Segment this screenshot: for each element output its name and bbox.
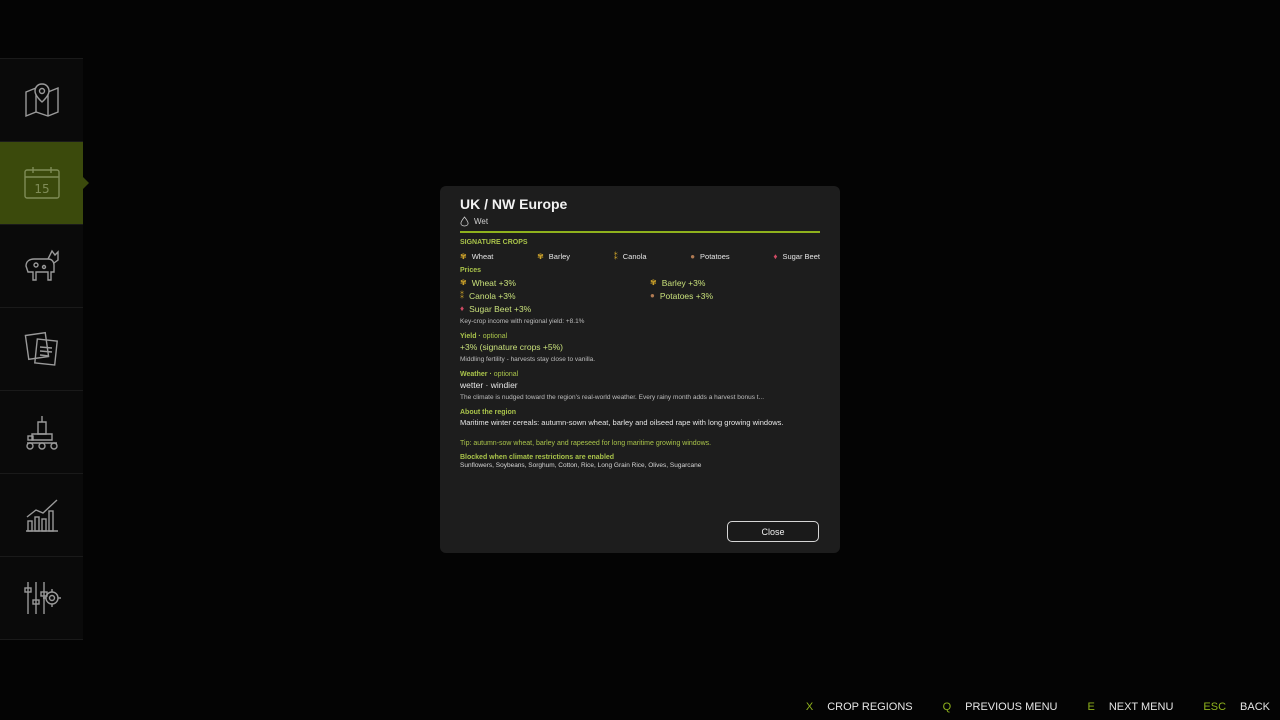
sugar-beet-icon: ♦ xyxy=(773,251,778,261)
price-barley: ✾ Barley +3% xyxy=(650,278,706,288)
hint-next-menu[interactable]: E NEXT MENU xyxy=(1087,701,1173,713)
sidebar-item-map[interactable] xyxy=(0,58,83,142)
price-potatoes: ● Potatoes +3% xyxy=(650,291,714,301)
yield-optional: optional xyxy=(482,333,508,340)
signature-crop-barley: ✾ Barley xyxy=(537,251,571,261)
contracts-icon xyxy=(24,331,58,366)
weather-note: The climate is nudged toward the region'… xyxy=(460,394,765,401)
hint-label: NEXT MENU xyxy=(1108,701,1174,713)
signature-crop-canola: ⁑ Canola xyxy=(613,251,647,261)
settings-icon xyxy=(23,582,61,614)
close-button[interactable]: Close xyxy=(727,521,819,542)
sidebar-item-contracts[interactable] xyxy=(0,308,83,391)
map-pin-icon xyxy=(24,83,59,118)
sugar-beet-icon: ♦ xyxy=(460,304,465,313)
sidebar-item-statistics[interactable] xyxy=(0,474,83,557)
climate-row: Wet xyxy=(460,216,820,227)
region-dialog: UK / NW Europe Wet SIGNATURE CROPS ✾ Whe… xyxy=(440,186,840,553)
signature-crop-sugar-beet: ♦ Sugar Beet xyxy=(773,251,820,261)
calendar-icon: 15 xyxy=(23,167,60,199)
wheat-icon: ✾ xyxy=(460,251,467,261)
climate-label: Wet xyxy=(474,217,489,226)
canola-icon: ⁑ xyxy=(460,291,464,300)
sidebar-item-animals[interactable] xyxy=(0,225,83,308)
hint-label: CROP REGIONS xyxy=(827,701,913,713)
region-title: UK / NW Europe xyxy=(460,196,568,212)
key-crop-note: Key-crop income with regional yield: +8.… xyxy=(460,318,585,325)
weather-value: wetter · windier xyxy=(460,380,518,390)
hint-label: PREVIOUS MENU xyxy=(965,701,1058,713)
weather-optional: optional xyxy=(493,371,519,378)
weather-header: Weather · optional xyxy=(460,371,519,378)
signature-crops-list: ✾ Wheat ✾ Barley ⁑ Canola ● Potatoes ♦ S… xyxy=(460,252,820,261)
yield-value: +3% (signature crops +5%) xyxy=(460,342,563,352)
signature-crop-wheat: ✾ Wheat xyxy=(460,251,494,261)
yield-header: Yield · optional xyxy=(460,333,508,340)
hint-label: BACK xyxy=(1240,701,1270,713)
production-icon xyxy=(25,416,58,450)
hint-key: E xyxy=(1087,701,1095,713)
price-wheat: ✾ Wheat +3% xyxy=(460,278,516,288)
sidebar: 15 xyxy=(0,58,89,640)
hint-key: ESC xyxy=(1203,701,1227,713)
hint-key: Q xyxy=(942,701,952,713)
prices-list: ✾ Wheat +3% ✾ Barley +3% ⁑ Canola +3% ● … xyxy=(460,278,820,314)
key-hints-bar: X CROP REGIONS Q PREVIOUS MENU E NEXT ME… xyxy=(776,701,1270,713)
about-text: Maritime winter cereals: autumn-sown whe… xyxy=(460,418,784,427)
sidebar-item-production[interactable] xyxy=(0,391,83,474)
price-canola: ⁑ Canola +3% xyxy=(460,291,516,301)
hint-key: X xyxy=(805,701,814,713)
signature-crops-header: SIGNATURE CROPS xyxy=(460,239,528,246)
price-sugar-beet: ♦ Sugar Beet +3% xyxy=(460,304,532,314)
blocked-header: Blocked when climate restrictions are en… xyxy=(460,453,615,461)
title-divider xyxy=(460,231,820,233)
sidebar-item-settings[interactable] xyxy=(0,557,83,640)
potato-icon: ● xyxy=(650,291,655,300)
potato-icon: ● xyxy=(690,251,696,261)
barley-icon: ✾ xyxy=(537,251,544,261)
about-header: About the region xyxy=(460,409,516,416)
barley-icon: ✾ xyxy=(650,278,657,287)
hint-back[interactable]: ESC BACK xyxy=(1203,701,1270,713)
water-drop-icon xyxy=(460,216,469,227)
prices-header: Prices xyxy=(460,267,482,274)
signature-crop-potatoes: ● Potatoes xyxy=(690,251,730,261)
calendar-day: 15 xyxy=(34,182,49,196)
hint-crop-regions[interactable]: X CROP REGIONS xyxy=(806,701,913,713)
animals-icon xyxy=(24,249,59,281)
wheat-icon: ✾ xyxy=(460,278,467,287)
hint-previous-menu[interactable]: Q PREVIOUS MENU xyxy=(943,701,1058,713)
sidebar-item-calendar[interactable]: 15 xyxy=(0,142,89,225)
tip-text: Tip: autumn-sow wheat, barley and rapese… xyxy=(460,439,712,447)
blocked-list: Sunflowers, Soybeans, Sorghum, Cotton, R… xyxy=(460,461,702,469)
canola-icon: ⁑ xyxy=(613,251,618,261)
statistics-icon xyxy=(25,499,58,532)
yield-note: Middling fertility - harvests stay close… xyxy=(460,356,596,363)
